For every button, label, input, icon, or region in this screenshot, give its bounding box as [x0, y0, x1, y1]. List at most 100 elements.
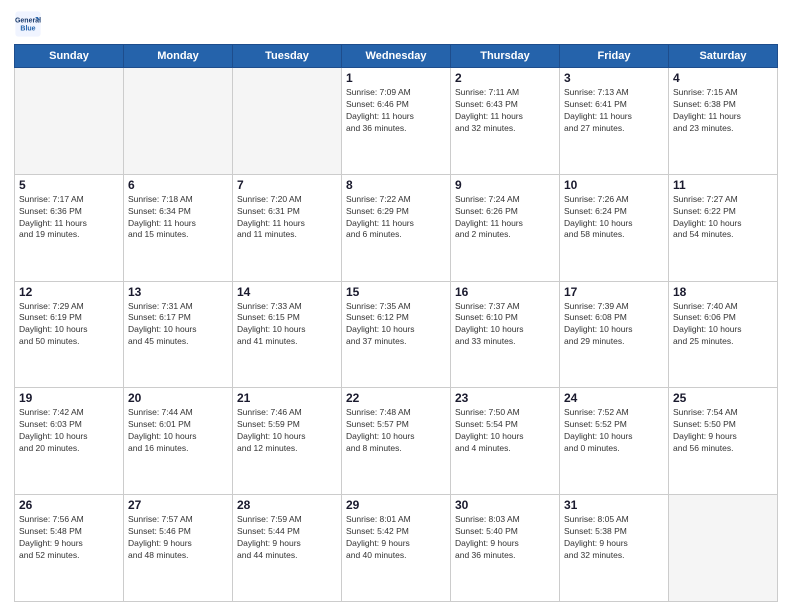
day-cell: 11 Sunrise: 7:27 AM Sunset: 6:22 PM Dayli… — [669, 174, 778, 281]
day-info: Sunrise: 7:31 AM Sunset: 6:17 PM Dayligh… — [128, 301, 228, 349]
main-container: General Blue SundayMondayTuesdayWednesda… — [0, 0, 792, 612]
day-cell: 26 Sunrise: 7:56 AM Sunset: 5:48 PM Dayli… — [15, 495, 124, 602]
day-number: 10 — [564, 178, 664, 192]
day-number: 29 — [346, 498, 446, 512]
logo: General Blue — [14, 10, 42, 38]
day-info: Sunrise: 7:27 AM Sunset: 6:22 PM Dayligh… — [673, 194, 773, 242]
day-cell — [15, 68, 124, 175]
day-number: 12 — [19, 285, 119, 299]
weekday-header-thursday: Thursday — [451, 45, 560, 68]
day-cell: 19 Sunrise: 7:42 AM Sunset: 6:03 PM Dayli… — [15, 388, 124, 495]
weekday-header-friday: Friday — [560, 45, 669, 68]
day-info: Sunrise: 7:50 AM Sunset: 5:54 PM Dayligh… — [455, 407, 555, 455]
day-number: 1 — [346, 71, 446, 85]
day-cell: 16 Sunrise: 7:37 AM Sunset: 6:10 PM Dayli… — [451, 281, 560, 388]
day-info: Sunrise: 7:13 AM Sunset: 6:41 PM Dayligh… — [564, 87, 664, 135]
day-number: 19 — [19, 391, 119, 405]
day-number: 8 — [346, 178, 446, 192]
weekday-header-tuesday: Tuesday — [233, 45, 342, 68]
day-cell: 18 Sunrise: 7:40 AM Sunset: 6:06 PM Dayli… — [669, 281, 778, 388]
day-cell: 15Sunrise: 7:35 AM Sunset: 6:12 PM Dayli… — [342, 281, 451, 388]
day-number: 28 — [237, 498, 337, 512]
day-number: 30 — [455, 498, 555, 512]
week-row-1: 1 Sunrise: 7:09 AM Sunset: 6:46 PM Daylig… — [15, 68, 778, 175]
day-number: 15 — [346, 285, 446, 299]
day-cell: 31 Sunrise: 8:05 AM Sunset: 5:38 PM Dayli… — [560, 495, 669, 602]
day-number: 17 — [564, 285, 664, 299]
day-info: Sunrise: 7:11 AM Sunset: 6:43 PM Dayligh… — [455, 87, 555, 135]
day-cell: 30 Sunrise: 8:03 AM Sunset: 5:40 PM Dayli… — [451, 495, 560, 602]
day-cell: 22 Sunrise: 7:48 AM Sunset: 5:57 PM Dayli… — [342, 388, 451, 495]
day-number: 31 — [564, 498, 664, 512]
day-number: 2 — [455, 71, 555, 85]
day-number: 3 — [564, 71, 664, 85]
day-info: Sunrise: 7:15 AM Sunset: 6:38 PM Dayligh… — [673, 87, 773, 135]
day-cell: 24 Sunrise: 7:52 AM Sunset: 5:52 PM Dayli… — [560, 388, 669, 495]
day-cell — [669, 495, 778, 602]
day-info: Sunrise: 7:57 AM Sunset: 5:46 PM Dayligh… — [128, 514, 228, 562]
logo-icon: General Blue — [14, 10, 42, 38]
day-cell: 20Sunrise: 7:44 AM Sunset: 6:01 PM Dayli… — [124, 388, 233, 495]
day-info: Sunrise: 8:01 AM Sunset: 5:42 PM Dayligh… — [346, 514, 446, 562]
day-number: 4 — [673, 71, 773, 85]
day-info: Sunrise: 8:03 AM Sunset: 5:40 PM Dayligh… — [455, 514, 555, 562]
week-row-4: 19 Sunrise: 7:42 AM Sunset: 6:03 PM Dayli… — [15, 388, 778, 495]
day-info: Sunrise: 7:42 AM Sunset: 6:03 PM Dayligh… — [19, 407, 119, 455]
day-number: 20 — [128, 391, 228, 405]
day-info: Sunrise: 7:59 AM Sunset: 5:44 PM Dayligh… — [237, 514, 337, 562]
day-info: Sunrise: 7:46 AM Sunset: 5:59 PM Dayligh… — [237, 407, 337, 455]
day-info: Sunrise: 7:37 AM Sunset: 6:10 PM Dayligh… — [455, 301, 555, 349]
svg-text:General: General — [15, 18, 41, 25]
day-info: Sunrise: 7:52 AM Sunset: 5:52 PM Dayligh… — [564, 407, 664, 455]
day-info: Sunrise: 7:54 AM Sunset: 5:50 PM Dayligh… — [673, 407, 773, 455]
day-cell: 10 Sunrise: 7:26 AM Sunset: 6:24 PM Dayli… — [560, 174, 669, 281]
day-cell: 2 Sunrise: 7:11 AM Sunset: 6:43 PM Daylig… — [451, 68, 560, 175]
day-info: Sunrise: 7:29 AM Sunset: 6:19 PM Dayligh… — [19, 301, 119, 349]
day-cell: 5Sunrise: 7:17 AM Sunset: 6:36 PM Daylig… — [15, 174, 124, 281]
day-number: 24 — [564, 391, 664, 405]
day-number: 25 — [673, 391, 773, 405]
weekday-header-saturday: Saturday — [669, 45, 778, 68]
weekday-header-sunday: Sunday — [15, 45, 124, 68]
day-info: Sunrise: 7:56 AM Sunset: 5:48 PM Dayligh… — [19, 514, 119, 562]
week-row-3: 12 Sunrise: 7:29 AM Sunset: 6:19 PM Dayli… — [15, 281, 778, 388]
day-cell — [233, 68, 342, 175]
day-cell: 3 Sunrise: 7:13 AM Sunset: 6:41 PM Daylig… — [560, 68, 669, 175]
day-cell: 9Sunrise: 7:24 AM Sunset: 6:26 PM Daylig… — [451, 174, 560, 281]
day-cell: 13 Sunrise: 7:31 AM Sunset: 6:17 PM Dayli… — [124, 281, 233, 388]
day-number: 22 — [346, 391, 446, 405]
day-number: 26 — [19, 498, 119, 512]
day-cell: 6Sunrise: 7:18 AM Sunset: 6:34 PM Daylig… — [124, 174, 233, 281]
day-cell: 23 Sunrise: 7:50 AM Sunset: 5:54 PM Dayli… — [451, 388, 560, 495]
day-number: 23 — [455, 391, 555, 405]
week-row-2: 5Sunrise: 7:17 AM Sunset: 6:36 PM Daylig… — [15, 174, 778, 281]
day-number: 16 — [455, 285, 555, 299]
day-number: 13 — [128, 285, 228, 299]
day-number: 11 — [673, 178, 773, 192]
day-number: 21 — [237, 391, 337, 405]
header: General Blue — [14, 10, 778, 38]
day-cell: 25 Sunrise: 7:54 AM Sunset: 5:50 PM Dayli… — [669, 388, 778, 495]
day-cell: 1 Sunrise: 7:09 AM Sunset: 6:46 PM Daylig… — [342, 68, 451, 175]
day-cell — [124, 68, 233, 175]
day-info: Sunrise: 8:05 AM Sunset: 5:38 PM Dayligh… — [564, 514, 664, 562]
day-cell: 29 Sunrise: 8:01 AM Sunset: 5:42 PM Dayli… — [342, 495, 451, 602]
day-info: Sunrise: 7:20 AM Sunset: 6:31 PM Dayligh… — [237, 194, 337, 242]
day-number: 6 — [128, 178, 228, 192]
day-info: Sunrise: 7:33 AM Sunset: 6:15 PM Dayligh… — [237, 301, 337, 349]
day-info: Sunrise: 7:09 AM Sunset: 6:46 PM Dayligh… — [346, 87, 446, 135]
day-number: 9 — [455, 178, 555, 192]
day-cell: 27Sunrise: 7:57 AM Sunset: 5:46 PM Dayli… — [124, 495, 233, 602]
day-info: Sunrise: 7:26 AM Sunset: 6:24 PM Dayligh… — [564, 194, 664, 242]
day-info: Sunrise: 7:48 AM Sunset: 5:57 PM Dayligh… — [346, 407, 446, 455]
svg-text:Blue: Blue — [20, 25, 35, 32]
day-cell: 17 Sunrise: 7:39 AM Sunset: 6:08 PM Dayli… — [560, 281, 669, 388]
day-number: 14 — [237, 285, 337, 299]
day-cell: 21 Sunrise: 7:46 AM Sunset: 5:59 PM Dayli… — [233, 388, 342, 495]
day-number: 18 — [673, 285, 773, 299]
day-cell: 28 Sunrise: 7:59 AM Sunset: 5:44 PM Dayli… — [233, 495, 342, 602]
day-info: Sunrise: 7:40 AM Sunset: 6:06 PM Dayligh… — [673, 301, 773, 349]
day-number: 5 — [19, 178, 119, 192]
day-info: Sunrise: 7:39 AM Sunset: 6:08 PM Dayligh… — [564, 301, 664, 349]
day-cell: 12 Sunrise: 7:29 AM Sunset: 6:19 PM Dayli… — [15, 281, 124, 388]
